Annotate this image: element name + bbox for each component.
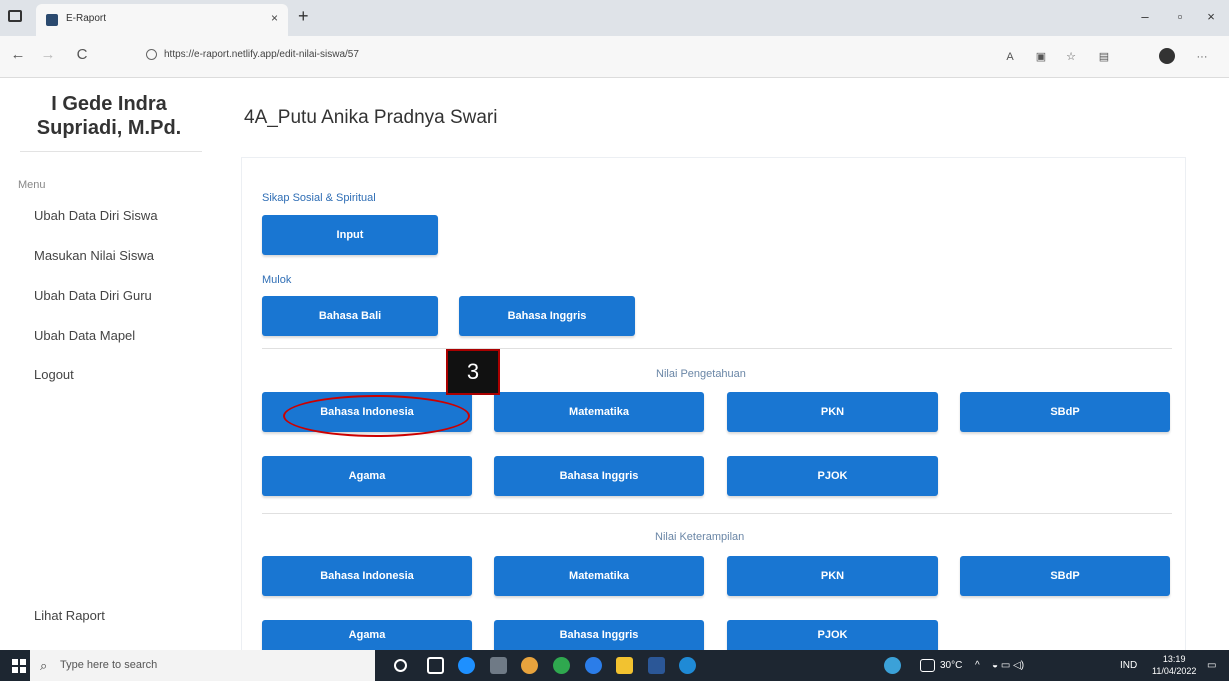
edge-active-taskbar-icon[interactable] bbox=[679, 657, 696, 674]
cortana-icon[interactable] bbox=[394, 659, 407, 672]
store-taskbar-icon[interactable] bbox=[490, 657, 507, 674]
pengetahuan-bahasa-inggris-button[interactable]: Bahasa Inggris bbox=[494, 456, 704, 496]
sidebar-divider bbox=[20, 151, 202, 152]
weather-temperature[interactable]: 30°C bbox=[940, 660, 962, 671]
windows-start-icon[interactable] bbox=[12, 659, 26, 673]
keterampilan-bahasa-indonesia-button[interactable]: Bahasa Indonesia bbox=[262, 556, 472, 596]
network-volume-icons[interactable]: ◒ ▭ ◁) bbox=[992, 660, 1024, 671]
pengetahuan-pjok-button[interactable]: PJOK bbox=[727, 456, 938, 496]
clock-date: 11/04/2022 bbox=[1152, 666, 1197, 676]
pengetahuan-sbdp-button[interactable]: SBdP bbox=[960, 392, 1170, 432]
keterampilan-sbdp-button[interactable]: SBdP bbox=[960, 556, 1170, 596]
keterampilan-pjok-button[interactable]: PJOK bbox=[727, 620, 938, 650]
language-indicator[interactable]: IND bbox=[1120, 660, 1137, 671]
notification-icon[interactable]: ▭ bbox=[1207, 660, 1216, 671]
app-taskbar-icon[interactable] bbox=[585, 657, 602, 674]
info-icon[interactable] bbox=[146, 49, 157, 60]
favorites-star-icon[interactable]: ☆ bbox=[1064, 50, 1078, 64]
tab-actions-icon[interactable] bbox=[8, 10, 22, 22]
section-divider bbox=[262, 513, 1172, 514]
pengetahuan-matematika-button[interactable]: Matematika bbox=[494, 392, 704, 432]
close-window-button[interactable]: × bbox=[1201, 9, 1221, 24]
taskbar-search-placeholder: Type here to search bbox=[60, 659, 158, 671]
teacher-name: I Gede Indra Supriadi, M.Pd. bbox=[14, 92, 204, 140]
back-button[interactable]: ← bbox=[8, 46, 28, 63]
collections-icon[interactable]: ▤ bbox=[1097, 50, 1111, 64]
reader-view-icon[interactable]: ▣ bbox=[1034, 50, 1048, 64]
keterampilan-matematika-button[interactable]: Matematika bbox=[494, 556, 704, 596]
tray-app-icon[interactable] bbox=[884, 657, 901, 674]
menu-heading: Menu bbox=[18, 179, 46, 191]
new-tab-button[interactable]: + bbox=[298, 6, 309, 27]
sidebar-item-ubah-data-mapel[interactable]: Ubah Data Mapel bbox=[34, 328, 135, 343]
word-taskbar-icon[interactable] bbox=[648, 657, 665, 674]
file-explorer-icon[interactable] bbox=[616, 657, 633, 674]
page-title: 4A_Putu Anika Pradnya Swari bbox=[244, 107, 498, 128]
sidebar: I Gede Indra Supriadi, M.Pd. Menu Ubah D… bbox=[0, 78, 214, 650]
pengetahuan-section-label: Nilai Pengetahuan bbox=[656, 368, 746, 380]
weather-icon[interactable] bbox=[920, 659, 935, 672]
mulok-bahasa-inggris-button[interactable]: Bahasa Inggris bbox=[459, 296, 635, 336]
edge-taskbar-icon[interactable] bbox=[458, 657, 475, 674]
read-aloud-icon[interactable]: A bbox=[1003, 50, 1017, 64]
favicon-icon bbox=[46, 14, 58, 26]
teacher-name-line2: Supriadi, M.Pd. bbox=[36, 117, 182, 139]
clock-time: 13:19 bbox=[1162, 654, 1186, 664]
url-field[interactable]: https://e-raport.netlify.app/edit-nilai-… bbox=[146, 44, 966, 70]
pengetahuan-agama-button[interactable]: Agama bbox=[262, 456, 472, 496]
taskbar-clock[interactable]: 13:19 11/04/2022 bbox=[1152, 653, 1196, 677]
teacher-name-line1: I Gede Indra bbox=[51, 93, 167, 115]
maximize-button[interactable]: ▫ bbox=[1170, 9, 1190, 24]
keterampilan-section-label: Nilai Keterampilan bbox=[655, 531, 745, 543]
more-menu-icon[interactable]: ··· bbox=[1195, 50, 1209, 64]
sidebar-item-lihat-raport[interactable]: Lihat Raport bbox=[34, 608, 105, 623]
sikap-section-label: Sikap Sosial & Spiritual bbox=[262, 192, 376, 204]
sidebar-item-ubah-data-diri-guru[interactable]: Ubah Data Diri Guru bbox=[34, 288, 152, 303]
minimize-button[interactable]: – bbox=[1135, 9, 1155, 24]
chrome-taskbar-icon[interactable] bbox=[553, 657, 570, 674]
refresh-button[interactable]: C bbox=[72, 46, 92, 63]
tab-title: E-Raport bbox=[66, 13, 107, 24]
keterampilan-bahasa-inggris-button[interactable]: Bahasa Inggris bbox=[494, 620, 704, 650]
sidebar-item-masukan-nilai-siswa[interactable]: Masukan Nilai Siswa bbox=[34, 248, 154, 263]
step-number-marker: 3 bbox=[446, 349, 500, 395]
address-bar-row: ← → C https://e-raport.netlify.app/edit-… bbox=[0, 36, 1229, 78]
taskbar: ⌕ Type here to search 30°C ^ ◒ ▭ ◁) IND … bbox=[0, 650, 1229, 681]
browser-titlebar: E-Raport × + – ▫ × bbox=[0, 0, 1229, 36]
forward-button[interactable]: → bbox=[38, 46, 58, 63]
browser-tab[interactable]: E-Raport × bbox=[36, 4, 288, 36]
section-divider bbox=[262, 348, 1172, 349]
pengetahuan-pkn-button[interactable]: PKN bbox=[727, 392, 938, 432]
search-icon: ⌕ bbox=[40, 658, 48, 673]
tray-overflow-icon[interactable]: ^ bbox=[975, 660, 980, 671]
task-view-icon[interactable] bbox=[427, 657, 444, 674]
keterampilan-agama-button[interactable]: Agama bbox=[262, 620, 472, 650]
mulok-bahasa-bali-button[interactable]: Bahasa Bali bbox=[262, 296, 438, 336]
sidebar-item-logout[interactable]: Logout bbox=[34, 367, 74, 382]
sidebar-item-ubah-data-diri-siswa[interactable]: Ubah Data Diri Siswa bbox=[34, 208, 158, 223]
taskbar-search-box[interactable]: ⌕ Type here to search bbox=[30, 650, 375, 681]
profile-avatar-icon[interactable] bbox=[1159, 48, 1175, 64]
highlight-oval bbox=[283, 395, 470, 437]
mulok-section-label: Mulok bbox=[262, 274, 292, 286]
sikap-input-button[interactable]: Input bbox=[262, 215, 438, 255]
keterampilan-pkn-button[interactable]: PKN bbox=[727, 556, 938, 596]
tab-close-button[interactable]: × bbox=[271, 11, 278, 25]
firefox-taskbar-icon[interactable] bbox=[521, 657, 538, 674]
url-text: https://e-raport.netlify.app/edit-nilai-… bbox=[164, 49, 359, 60]
